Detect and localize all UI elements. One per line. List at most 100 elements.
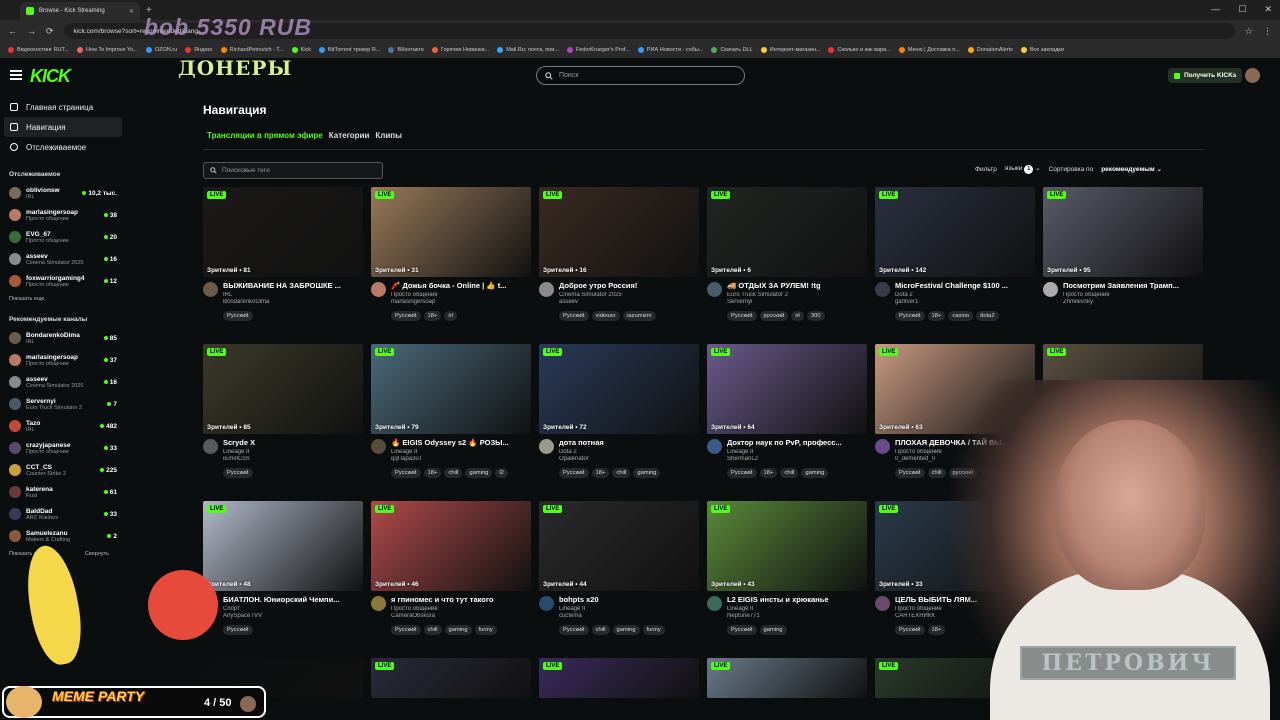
stream-card[interactable]: LIVE Зрителей • 81 ВЫЖИВАНИЕ НА ЗАБРОШКЕ .… [203,187,363,321]
stream-category[interactable]: Euro Truck Simulator 2 [727,292,867,298]
stream-title[interactable]: 🧨 Дожья бочка - Online | 👍 t... [391,281,531,290]
stream-card[interactable]: LIVE Зрителей • 44 bohpts x20 Lineage II cuc… [539,501,699,635]
streamer-name[interactable]: asseev [559,299,699,305]
bookmark-item[interactable]: Яндекс [185,47,213,53]
collapse-button[interactable]: Свернуть [76,551,118,557]
stream-tag[interactable]: gaming [759,625,787,635]
show-more-followed[interactable]: Показать еще [0,296,126,302]
sidebar-channel[interactable]: foxwarriorgaming4 Просто общение 12 [0,270,126,292]
stream-thumbnail[interactable]: LIVE Зрителей • 44 [539,501,699,591]
stream-tag[interactable]: chill [780,468,799,478]
streamer-avatar[interactable] [875,596,890,611]
stream-title[interactable]: ВЫЖИВАНИЕ НА ЗАБРОШКЕ ... [223,281,363,290]
stream-category[interactable]: Cinema Simulator 2025 [559,292,699,298]
stream-title[interactable]: L2 EIGIS инсты и хрюканье [727,595,867,604]
stream-tag[interactable]: irl [444,311,457,321]
stream-card[interactable]: LIVE Зрителей • 79 🔥 EIGIS Odyssey s2 🔥 РО… [371,344,531,478]
stream-tag[interactable]: gaming [444,625,472,635]
streamer-name[interactable]: CameraObskura [391,613,531,619]
stream-tag[interactable]: 18+ [759,468,778,478]
maximize-icon[interactable]: ☐ [1238,4,1246,15]
stream-thumbnail[interactable]: LIVE [371,658,531,698]
stream-tag[interactable]: Русский [223,625,253,635]
stream-title[interactable]: Доброе утро Россия! [559,281,699,290]
stream-category[interactable]: Lineage II [559,606,699,612]
stream-category[interactable]: Просто общение [391,606,531,612]
stream-tag[interactable]: 18+ [423,311,442,321]
tab-categories[interactable]: Категории [329,131,370,140]
stream-tag[interactable]: Русский [895,311,925,321]
stream-category[interactable]: Lineage II [391,449,531,455]
sort-select[interactable]: рекомендуемым ⌄ [1101,165,1162,173]
stream-title[interactable]: 🚚 ОТДЫХ ЗА РУЛЕМ! !tg [727,281,867,290]
stream-tag[interactable]: Русский [391,311,421,321]
back-icon[interactable]: ← [8,26,17,36]
streamer-avatar[interactable] [371,282,386,297]
sidebar-channel[interactable]: Tazo IRL 482 [0,415,126,437]
stream-tag[interactable]: dota2 [976,311,999,321]
search-input[interactable]: Поиск [536,66,745,85]
stream-title[interactable]: Посмотрим Заявления Трамп... [1063,281,1203,290]
streamer-name[interactable]: marlasingersoap [391,299,531,305]
stream-tag[interactable]: 18+ [423,468,442,478]
minimize-icon[interactable]: — [1211,4,1220,15]
streamer-avatar[interactable] [875,282,890,297]
sidebar-item-following[interactable]: Отслеживаемое [0,137,126,157]
sidebar-channel[interactable]: asseev Cinema Simulator 2025 16 [0,248,126,270]
stream-category[interactable]: IRL [223,292,363,298]
stream-tag[interactable]: Русский [559,468,589,478]
stream-tag[interactable]: 300 [806,311,825,321]
stream-thumbnail[interactable]: LIVE Зрителей • 85 [203,344,363,434]
stream-tag[interactable]: gaming [633,468,661,478]
stream-title[interactable]: БИАТЛОН. Юниорский Чемпи... [223,595,363,604]
stream-tag[interactable]: casino [948,311,974,321]
streamer-avatar[interactable] [371,596,386,611]
sidebar-channel[interactable]: oblivionsw IRL 10,2 тыс. [0,182,126,204]
stream-title[interactable]: 🔥 EIGIS Odyssey s2 🔥 РОЗЫ... [391,438,531,447]
stream-thumbnail[interactable]: LIVE Зрителей • 81 [203,187,363,277]
stream-category[interactable]: Lineage II [727,606,867,612]
stream-tag[interactable]: razumizm [622,311,656,321]
stream-tag[interactable]: gaming [465,468,493,478]
bookmark-item[interactable]: ВКонтакте [388,47,424,53]
stream-card[interactable]: LIVE Зрителей • 64 Доктор наук по PvP, про… [707,344,867,478]
stream-category[interactable]: Просто общение [1063,292,1203,298]
bookmark-item[interactable]: How To Improve Yo... [76,47,138,53]
streamer-avatar[interactable] [539,282,554,297]
stream-card[interactable]: LIVE Зрителей • 6 🚚 ОТДЫХ ЗА РУЛЕМ! !tg Eur… [707,187,867,321]
streamer-avatar[interactable] [203,282,218,297]
bookmark-item[interactable]: Сколько и как вари... [828,47,891,53]
stream-tag[interactable]: Русский [727,311,757,321]
user-avatar[interactable] [1245,68,1260,83]
forward-icon[interactable]: → [27,26,36,36]
browser-tab[interactable]: Browse - Kick Streaming ✕ [20,2,140,20]
streamer-avatar[interactable] [539,596,554,611]
stream-card[interactable]: LIVE Зрителей • 46 я гпиномес и что тут та… [371,501,531,635]
stream-tag[interactable]: 18+ [927,311,946,321]
stream-title[interactable]: Доктор наук по PvP, професс... [727,438,867,447]
stream-tag[interactable]: chill [591,625,610,635]
tab-live[interactable]: Трансляции в прямом эфире [207,131,323,140]
stream-category[interactable]: Lineage II [223,449,363,455]
sidebar-item-browse[interactable]: Навигация [4,117,122,137]
sidebar-item-home[interactable]: Главная страница [0,97,126,117]
stream-title[interactable]: я гпиномес и что тут такого [391,595,531,604]
stream-thumbnail[interactable]: LIVE Зрителей • 31 [371,187,531,277]
stream-tag[interactable]: videoso [591,311,620,321]
sidebar-channel[interactable]: BaldDad ARC Raiders 33 [0,503,126,525]
stream-thumbnail[interactable]: LIVE Зрителей • 16 [539,187,699,277]
stream-card[interactable]: LIVE Зрителей • 142 MicroFestival Challeng… [875,187,1035,321]
sidebar-channel[interactable]: CCT_CS Counter-Strike 2 225 [0,459,126,481]
stream-tag[interactable]: Русский [223,311,253,321]
stream-thumbnail[interactable]: LIVE [707,658,867,698]
bookmark-item[interactable]: OZON.ru [145,47,177,53]
stream-tag[interactable]: funny [642,625,665,635]
sidebar-channel[interactable]: Samuelezanu Makers & Crafting 2 [0,525,126,547]
streamer-avatar[interactable] [539,439,554,454]
close-window-icon[interactable]: ✕ [1264,4,1272,15]
stream-thumbnail[interactable]: LIVE Зрителей • 79 [371,344,531,434]
stream-card[interactable]: LIVE Зрителей • 31 🧨 Дожья бочка - Online … [371,187,531,321]
sidebar-channel[interactable]: marlasingersoap Просто общение 37 [0,349,126,371]
stream-thumbnail[interactable]: LIVE Зрителей • 43 [707,501,867,591]
bookmark-item[interactable]: RichardPetrovich - T... [220,47,284,53]
